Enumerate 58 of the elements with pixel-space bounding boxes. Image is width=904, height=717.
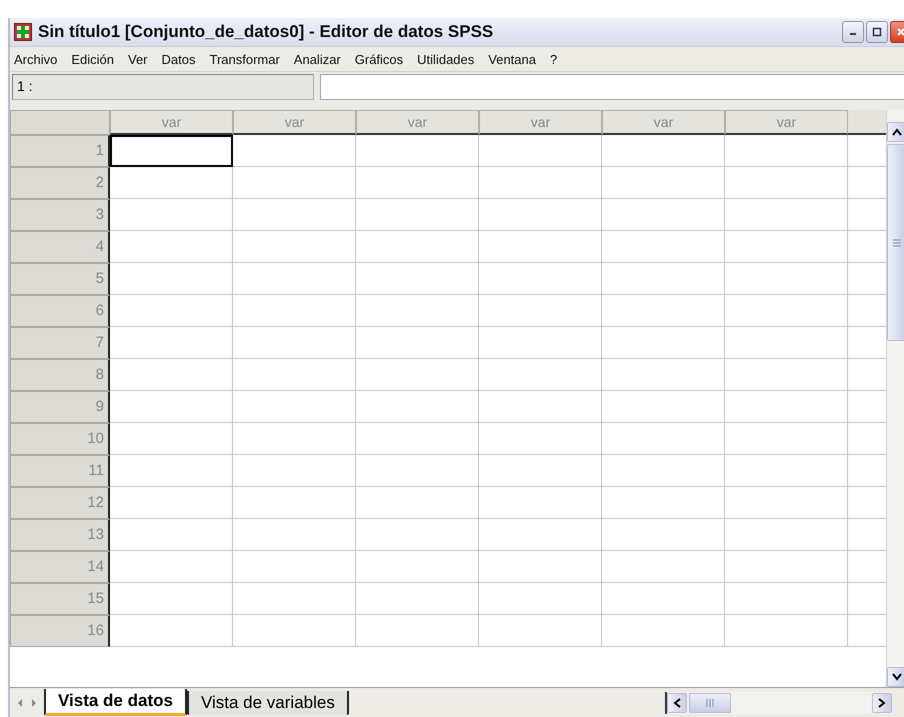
row-header[interactable]: 11 [10, 455, 110, 487]
menu-item[interactable]: Ver [128, 52, 148, 66]
menu-item[interactable]: Datos [162, 52, 196, 66]
maximize-icon [872, 27, 882, 37]
horizontal-scrollbar[interactable] [665, 692, 892, 714]
column-header[interactable]: var [479, 110, 602, 135]
menu-item[interactable]: Transformar [209, 52, 280, 66]
row-header[interactable]: 2 [10, 167, 110, 199]
grip-icon [706, 698, 714, 706]
row-header[interactable]: 12 [10, 487, 110, 519]
scroll-thumb[interactable] [887, 144, 904, 341]
caret-down-icon [892, 673, 902, 681]
menu-item[interactable]: Gráficos [354, 52, 404, 66]
scroll-thumb[interactable] [689, 692, 731, 712]
column-header[interactable]: var [110, 110, 233, 135]
maximize-button[interactable] [866, 21, 888, 43]
app-grid-icon [14, 23, 32, 41]
grip-icon [893, 238, 901, 246]
column-header[interactable]: var [356, 110, 479, 135]
menu-item[interactable]: Edición [71, 52, 114, 66]
row-header[interactable]: 10 [10, 423, 110, 455]
row-header[interactable]: 14 [10, 551, 110, 583]
scroll-left-button[interactable] [667, 692, 687, 712]
row-header[interactable]: 16 [10, 615, 110, 647]
scroll-up-button[interactable] [887, 122, 904, 142]
scroll-down-button[interactable] [887, 667, 904, 687]
column-header[interactable]: var [725, 110, 848, 135]
sheet-tab[interactable]: Vista de datos [44, 689, 187, 716]
close-icon [896, 27, 904, 37]
row-header[interactable]: 1 [10, 135, 110, 167]
row-header[interactable]: 5 [10, 263, 110, 295]
menu-item[interactable]: Archivo [14, 52, 58, 66]
window-title: Sin título1 [Conjunto_de_datos0] - Editor de datos SPSS [38, 22, 494, 42]
row-header[interactable]: 15 [10, 583, 110, 615]
row-header[interactable]: 7 [10, 327, 110, 359]
row-header[interactable]: 3 [10, 199, 110, 231]
column-header[interactable]: var [233, 110, 356, 135]
sheet-tab[interactable]: Vista de variables [186, 690, 349, 714]
row-header[interactable]: 13 [10, 519, 110, 551]
cell-reference: 1 : [12, 74, 314, 100]
caret-left-icon [673, 698, 681, 708]
cell-value-field[interactable] [320, 74, 904, 100]
vertical-scrollbar[interactable] [886, 110, 904, 687]
caret-right-icon [878, 698, 886, 708]
row-header[interactable]: 8 [10, 359, 110, 391]
table-cell[interactable] [110, 135, 233, 167]
scroll-right-button[interactable] [872, 692, 892, 712]
menu-item[interactable]: Utilidades [417, 52, 474, 66]
row-header[interactable]: 9 [10, 391, 110, 423]
caret-up-icon [892, 128, 902, 136]
row-header[interactable]: 4 [10, 231, 110, 263]
column-header[interactable]: var [602, 110, 725, 135]
menu-item[interactable]: Analizar [294, 52, 341, 66]
minimize-button[interactable] [842, 21, 864, 43]
column-header[interactable] [848, 110, 886, 135]
menu-item[interactable]: ? [550, 52, 558, 66]
menu-item[interactable]: Ventana [488, 52, 536, 66]
row-header[interactable]: 6 [10, 295, 110, 327]
